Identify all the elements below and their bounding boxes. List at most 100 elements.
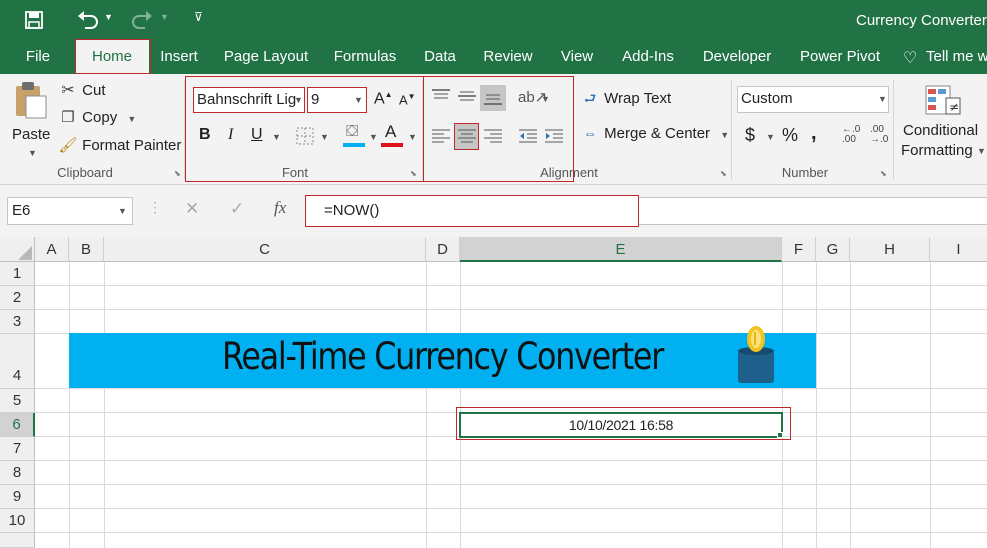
font-size-dropdown-icon[interactable]: ▼ (354, 88, 363, 112)
font-color-dropdown-icon[interactable]: ▼ (408, 132, 417, 142)
customize-qat-icon[interactable]: ⊽ (194, 10, 203, 24)
decrease-indent-icon[interactable] (518, 128, 538, 144)
row-header-6[interactable]: 6 (0, 413, 35, 437)
decrease-font-size-icon[interactable]: A▼ (399, 92, 416, 107)
column-header-g[interactable]: G (816, 237, 850, 262)
merge-center-button[interactable]: ⇔ Merge & Center ▼ (580, 125, 729, 142)
font-size-box[interactable]: 9 ▼ (307, 87, 367, 113)
number-format-box[interactable]: Custom ▼ (737, 86, 889, 113)
merge-dropdown-icon[interactable]: ▼ (720, 130, 729, 140)
wrap-text-button[interactable]: ⮐ Wrap Text (580, 88, 671, 112)
number-launcher-icon[interactable]: ⬊ (880, 169, 887, 178)
increase-indent-icon[interactable] (544, 128, 564, 144)
number-format-dropdown-icon[interactable]: ▼ (878, 87, 887, 111)
row-header-5[interactable]: 5 (0, 389, 35, 413)
tab-view[interactable]: View (552, 40, 602, 74)
tab-review[interactable]: Review (477, 40, 539, 74)
column-header-a[interactable]: A (35, 237, 69, 262)
tab-page-layout[interactable]: Page Layout (218, 40, 314, 74)
increase-decimal-button[interactable]: ←.0 .00 (842, 125, 860, 145)
underline-dropdown-icon[interactable]: ▼ (272, 132, 281, 142)
tab-data[interactable]: Data (415, 40, 465, 74)
align-left-icon[interactable] (431, 128, 451, 144)
select-all-corner[interactable] (0, 237, 35, 262)
row-header-9[interactable]: 9 (0, 485, 35, 509)
borders-dropdown-icon[interactable]: ▼ (320, 132, 329, 142)
tab-insert[interactable]: Insert (155, 40, 203, 74)
formula-input[interactable]: =NOW() (305, 195, 639, 227)
enter-icon[interactable]: ✓ (230, 199, 244, 219)
align-center-button[interactable] (454, 123, 479, 150)
tab-file[interactable]: File (14, 40, 62, 74)
currency-button[interactable]: $ (745, 125, 755, 146)
font-color-button[interactable]: A (381, 122, 403, 148)
fill-color-dropdown-icon[interactable]: ▼ (369, 132, 378, 142)
row-header-2[interactable]: 2 (0, 286, 35, 310)
column-header-c[interactable]: C (104, 237, 426, 262)
underline-button[interactable]: U (251, 126, 263, 144)
clipboard-launcher-icon[interactable]: ⬊ (174, 169, 181, 178)
insert-function-icon[interactable]: fx (274, 198, 286, 218)
redo-icon[interactable] (130, 10, 154, 30)
font-name-dropdown-icon[interactable]: ▼ (294, 88, 303, 112)
conditional-formatting-button[interactable]: ≠ Conditional Formatting ▼ (900, 80, 987, 160)
font-launcher-icon[interactable]: ⬊ (410, 169, 417, 178)
comma-button[interactable]: , (811, 122, 817, 145)
row-header-1[interactable]: 1 (0, 262, 35, 286)
paste-label: Paste (12, 126, 51, 143)
name-box-dropdown-icon[interactable]: ▼ (118, 198, 127, 224)
cut-button[interactable]: ✂ Cut (58, 80, 105, 100)
borders-icon[interactable] (295, 126, 315, 146)
number-group-label: Number (781, 165, 829, 180)
fill-handle[interactable] (777, 432, 783, 438)
row-header-7[interactable]: 7 (0, 437, 35, 461)
gridline (35, 484, 987, 485)
row-header-8[interactable]: 8 (0, 461, 35, 485)
cancel-icon[interactable]: ✕ (185, 199, 199, 219)
row-header-11[interactable] (0, 533, 35, 548)
column-header-b[interactable]: B (69, 237, 104, 262)
bottom-align-icon (484, 94, 502, 105)
undo-dropdown-icon[interactable]: ▼ (104, 12, 113, 22)
currency-dropdown-icon[interactable]: ▼ (766, 132, 775, 142)
italic-button[interactable]: I (228, 126, 233, 144)
save-icon[interactable] (24, 10, 44, 30)
name-box[interactable]: E6 ▼ (7, 197, 133, 225)
undo-icon[interactable] (76, 10, 100, 30)
tell-me-search[interactable]: Tell me w (926, 40, 987, 74)
percent-button[interactable]: % (782, 125, 798, 146)
copy-button[interactable]: ❐ Copy ▼ (58, 108, 136, 126)
cell-e6[interactable]: 10/10/2021 16:58 (459, 412, 783, 438)
font-name-box[interactable]: Bahnschrift Lig ▼ (193, 87, 305, 113)
alignment-launcher-icon[interactable]: ⬊ (720, 169, 727, 178)
tab-developer[interactable]: Developer (694, 40, 780, 74)
bold-button[interactable]: B (199, 126, 211, 144)
tab-power-pivot[interactable]: Power Pivot (793, 40, 887, 74)
tab-add-ins[interactable]: Add-Ins (614, 40, 682, 74)
decrease-decimal-button[interactable]: .00 →.0 (870, 125, 888, 145)
copy-dropdown-icon: ▼ (127, 114, 137, 124)
row-header-4[interactable]: 4 (0, 334, 35, 389)
conditional-formatting-line2: Formatting (901, 142, 973, 159)
align-right-icon[interactable] (483, 128, 503, 144)
column-header-f[interactable]: F (782, 237, 816, 262)
bottom-align-button[interactable] (480, 85, 506, 111)
column-header-e[interactable]: E (460, 237, 782, 262)
tab-home[interactable]: Home (75, 40, 149, 74)
column-header-d[interactable]: D (426, 237, 460, 262)
fill-color-button[interactable]: ⛋ (343, 123, 365, 149)
format-painter-button[interactable]: 🖌 Format Painter (58, 136, 181, 154)
tab-formulas[interactable]: Formulas (328, 40, 402, 74)
wrap-text-icon: ⮐ (583, 90, 597, 106)
orientation-dropdown-icon[interactable]: ▼ (541, 94, 550, 104)
column-header-i[interactable]: I (930, 237, 987, 262)
row-header-3[interactable]: 3 (0, 310, 35, 334)
formula-bar: E6 ▼ ⋮ ✕ ✓ fx =NOW() (0, 185, 987, 237)
title-banner[interactable]: Real-Time Currency Converter (69, 326, 816, 388)
top-align-icon[interactable] (431, 88, 451, 104)
paste-button[interactable]: Paste ▼ (10, 78, 52, 160)
increase-font-size-icon[interactable]: A▲ (374, 90, 393, 108)
middle-align-icon[interactable] (457, 88, 477, 104)
column-header-h[interactable]: H (850, 237, 930, 262)
row-header-10[interactable]: 10 (0, 509, 35, 533)
